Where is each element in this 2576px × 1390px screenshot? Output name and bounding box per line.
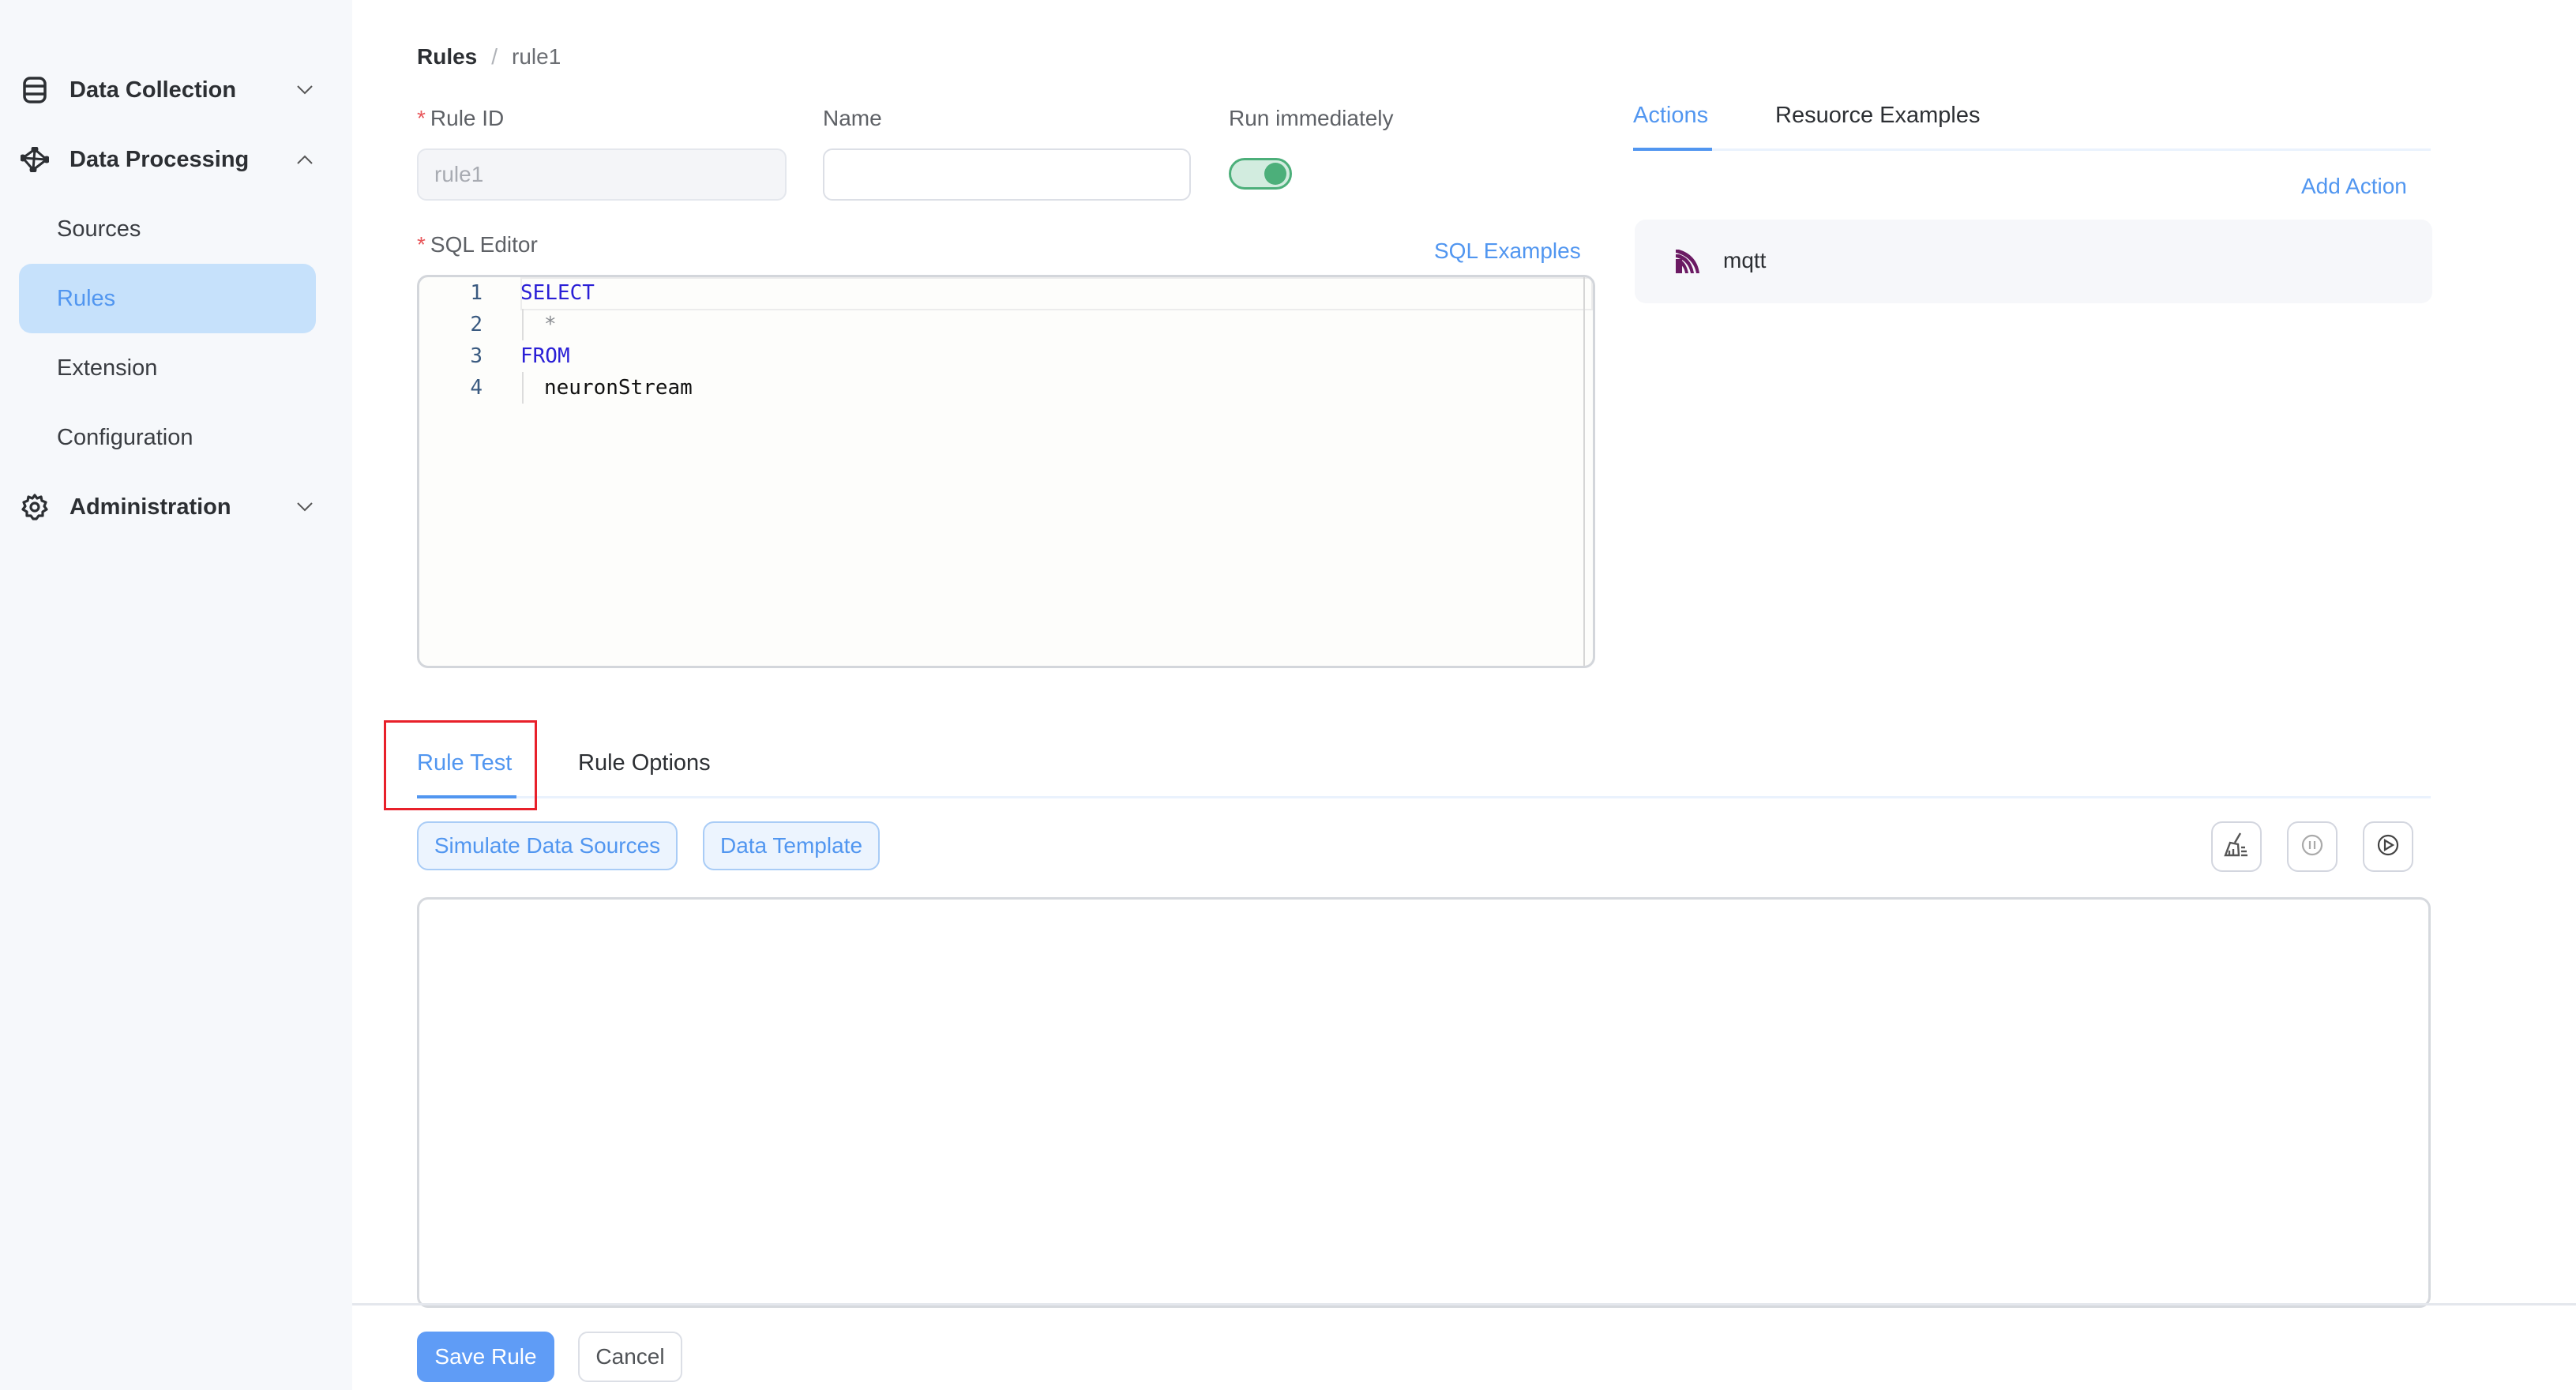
line-number: 2 <box>470 313 483 336</box>
sidebar-item-data-collection[interactable]: Data Collection <box>19 55 316 125</box>
sidebar-item-label: Data Collection <box>69 77 237 103</box>
code-text: * <box>544 313 557 336</box>
simulate-data-sources-button[interactable]: Simulate Data Sources <box>417 821 678 870</box>
breadcrumb-rules-link[interactable]: Rules <box>417 44 477 70</box>
pause-button[interactable] <box>2287 821 2338 872</box>
save-rule-button[interactable]: Save Rule <box>417 1332 554 1382</box>
sql-editor-label-text: SQL Editor <box>430 232 538 257</box>
code-line: 2 * <box>419 309 556 340</box>
footer-divider <box>352 1303 2576 1305</box>
rule-id-label: * Rule ID <box>417 106 504 131</box>
line-number: 4 <box>470 376 483 400</box>
run-immediately-label: Run immediately <box>1229 106 1394 130</box>
sidebar-item-label: Sources <box>57 216 141 242</box>
code-line: 4 neuronStream <box>419 372 693 404</box>
tab-rule-options[interactable]: Rule Options <box>578 750 711 776</box>
code-text: FROM <box>520 344 570 368</box>
sidebar-item-data-processing[interactable]: Data Processing <box>19 125 316 194</box>
code-text: neuronStream <box>544 376 693 400</box>
editor-scrollbar[interactable] <box>1583 277 1585 666</box>
pause-icon <box>2300 833 2324 861</box>
breadcrumb-current: rule1 <box>512 44 561 69</box>
test-output-area[interactable] <box>417 897 2431 1308</box>
run-button[interactable] <box>2363 821 2413 872</box>
chevron-down-icon <box>294 79 316 101</box>
sql-examples-link[interactable]: SQL Examples <box>1434 239 1581 264</box>
sidebar-item-label: Rules <box>57 285 116 311</box>
tab-actions[interactable]: Actions <box>1633 103 1708 129</box>
rule-tabs: Rule Test Rule Options <box>417 742 2431 798</box>
indent-guide <box>522 309 524 340</box>
code-text: SELECT <box>520 281 595 305</box>
sql-editor[interactable]: 1 SELECT 2 * 3 FROM 4 neuronStream <box>417 275 1595 668</box>
code-line: 1 SELECT <box>419 277 595 309</box>
add-action-link[interactable]: Add Action <box>2301 174 2407 199</box>
breadcrumb-separator: / <box>491 44 498 69</box>
sidebar-item-administration[interactable]: Administration <box>19 472 316 542</box>
name-input[interactable] <box>823 148 1191 201</box>
required-mark: * <box>417 232 426 257</box>
sidebar-item-extension[interactable]: Extension <box>19 333 316 403</box>
data-template-button[interactable]: Data Template <box>703 821 880 870</box>
rule-id-value: rule1 <box>434 162 484 186</box>
action-item[interactable]: mqtt <box>1635 220 2432 303</box>
line-number: 1 <box>470 281 483 305</box>
rule-id-label-text: Rule ID <box>430 106 505 130</box>
gear-icon <box>19 491 51 523</box>
sql-editor-label: * SQL Editor <box>417 232 538 257</box>
current-line-highlight <box>520 277 1593 310</box>
indent-guide <box>522 372 524 404</box>
breadcrumb: Rules / rule1 <box>417 44 561 70</box>
name-label: Name <box>823 106 882 130</box>
sidebar-item-label: Configuration <box>57 424 193 450</box>
database-icon <box>19 74 51 106</box>
network-icon <box>19 144 51 175</box>
main-content: Rules / rule1 * Rule ID rule1 Name Run im… <box>352 0 2576 1390</box>
line-number: 3 <box>470 344 483 368</box>
rule-id-input[interactable]: rule1 <box>417 148 787 201</box>
active-tab-indicator <box>1633 148 1712 151</box>
mqtt-icon <box>1676 250 1699 277</box>
code-line: 3 FROM <box>419 340 569 372</box>
broom-clear-icon <box>2223 832 2250 862</box>
actions-tabs: Actions Resuorce Examples <box>1633 95 2431 151</box>
cancel-button[interactable]: Cancel <box>578 1332 682 1382</box>
tab-resource-examples[interactable]: Resuorce Examples <box>1775 103 1981 129</box>
action-name: mqtt <box>1723 248 1767 272</box>
sidebar-item-label: Administration <box>69 494 231 520</box>
clear-button[interactable] <box>2211 821 2262 872</box>
chevron-up-icon <box>294 148 316 171</box>
sidebar-item-label: Extension <box>57 355 158 381</box>
highlight-box <box>384 720 537 810</box>
sidebar: Data Collection Data Processing Sources … <box>0 0 352 1390</box>
play-icon <box>2376 833 2400 861</box>
required-mark: * <box>417 106 426 130</box>
sidebar-item-rules[interactable]: Rules <box>19 264 316 333</box>
run-immediately-toggle[interactable] <box>1229 158 1292 190</box>
chevron-down-icon <box>294 496 316 518</box>
toggle-knob <box>1264 163 1286 185</box>
sidebar-item-label: Data Processing <box>69 146 250 172</box>
sidebar-item-sources[interactable]: Sources <box>19 194 316 264</box>
sidebar-item-configuration[interactable]: Configuration <box>19 403 316 472</box>
